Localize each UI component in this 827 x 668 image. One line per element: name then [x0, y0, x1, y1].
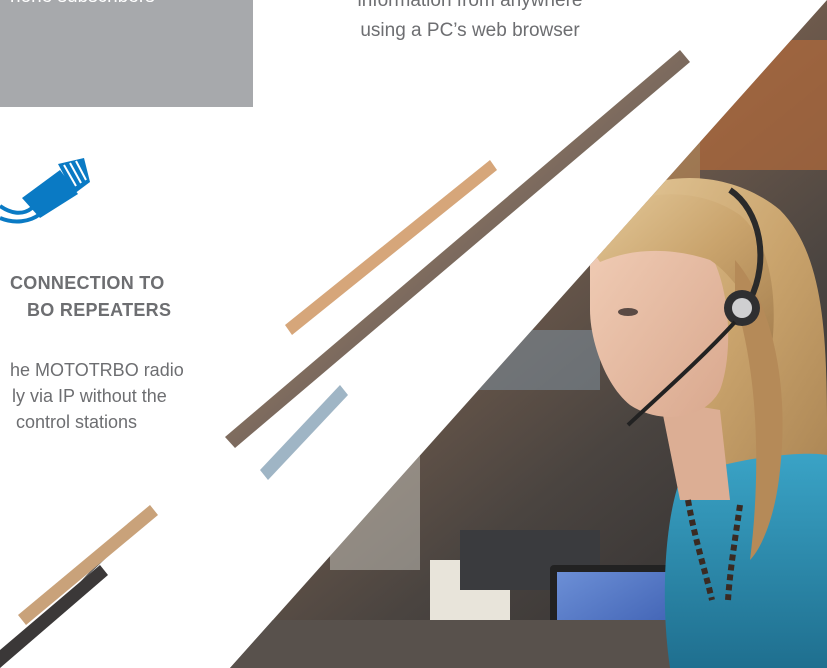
feature-heading-line-1: CONNECTION TO — [10, 273, 165, 293]
web-browser-line-2: using a PC’s web browser — [360, 20, 580, 41]
feature-description-line-2: ly via IP without the — [12, 386, 167, 406]
feature-heading-line-2: BO REPEATERS — [27, 300, 172, 320]
web-browser-line-1: information from anywhere — [357, 0, 583, 11]
subscriber-feature-box: hone subscribers — [0, 0, 253, 107]
ethernet-cable-icon — [0, 158, 90, 224]
feature-description: he MOTOTRBO radio ly via IP without the … — [0, 357, 260, 435]
web-browser-feature-text: information from anywhere using a PC’s w… — [290, 0, 650, 46]
feature-heading: CONNECTION TO BO REPEATERS — [0, 270, 260, 324]
subscriber-feature-text: hone subscribers — [0, 0, 263, 8]
feature-description-line-3: control stations — [16, 412, 138, 432]
feature-description-line-1: he MOTOTRBO radio — [10, 360, 184, 380]
